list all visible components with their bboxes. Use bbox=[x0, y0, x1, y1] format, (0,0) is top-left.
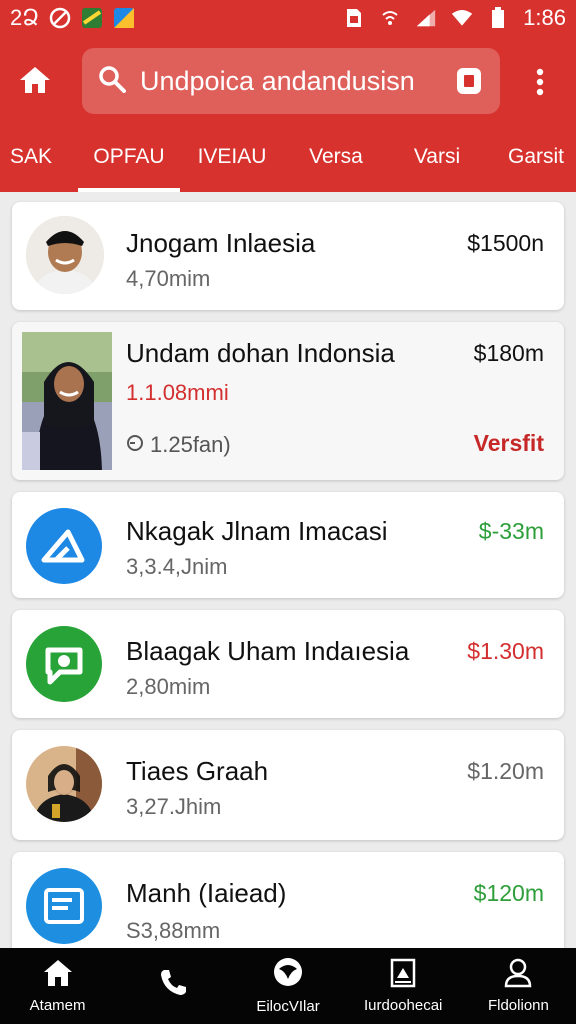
item-title: Tiaes Graah bbox=[126, 756, 269, 786]
item-subtitle: 2,80mim bbox=[126, 674, 211, 699]
item-amount: $180m bbox=[473, 340, 544, 366]
home-icon bbox=[18, 65, 52, 100]
list-item[interactable]: Nkagak Jlnam Imacasi 3,3.4,Jnim $-33m bbox=[12, 492, 564, 598]
item-subtitle: 3,27.Jhim bbox=[126, 794, 222, 819]
nav-profile[interactable]: Fldolionn bbox=[461, 948, 576, 1024]
no-sign-icon bbox=[49, 7, 71, 29]
wifi-icon bbox=[451, 7, 473, 29]
chat-icon bbox=[26, 626, 102, 702]
sim-icon bbox=[343, 7, 365, 29]
nav-label: Iurdoohecai bbox=[364, 997, 443, 1014]
item-amount: $1.30m bbox=[467, 638, 544, 664]
maps-icon bbox=[113, 7, 135, 29]
tab-garsit[interactable]: Garsit bbox=[496, 128, 576, 192]
chat-bubble-icon bbox=[271, 957, 305, 998]
item-subtitle: S3,88mm bbox=[126, 918, 221, 943]
photo bbox=[22, 332, 112, 470]
home-button[interactable] bbox=[0, 36, 70, 128]
bottom-nav: Atamem EilocVIlar Iurdoohecai Fldolionn bbox=[0, 948, 576, 1024]
document-icon bbox=[26, 868, 102, 944]
phone-icon bbox=[158, 967, 188, 1006]
list-item[interactable]: Manh (Iaiead) S3,88mm $120m bbox=[12, 852, 564, 948]
search-icon bbox=[98, 65, 126, 98]
search-text: Undpoica andandusisn bbox=[140, 65, 415, 96]
home-icon bbox=[42, 958, 74, 997]
list-item[interactable]: Blaagak Uham Indaıesia 2,80mim $1.30m bbox=[12, 610, 564, 718]
item-meta-text: 1.25fan) bbox=[150, 432, 231, 457]
status-badge: Versfit bbox=[473, 430, 544, 456]
more-vertical-icon[interactable] bbox=[520, 60, 560, 104]
item-amount: $120m bbox=[473, 880, 544, 906]
list-item[interactable]: Tiaes Graah 3,27.Jhim $1.20m bbox=[12, 730, 564, 840]
item-amount: $1500n bbox=[467, 230, 544, 256]
nav-label: Atamem bbox=[29, 997, 86, 1014]
item-amount: $-33m bbox=[478, 518, 544, 544]
app-icon bbox=[81, 7, 103, 29]
status-time: 1:86 bbox=[523, 5, 566, 30]
nav-label: Fldolionn bbox=[487, 997, 549, 1014]
tab-bar: SAK OPFAU IVEIAU Versa Varsi Garsit bbox=[0, 128, 576, 192]
profile-icon bbox=[503, 958, 533, 997]
app-bar: Undpoica andandusisn bbox=[0, 36, 576, 128]
item-meta: 1.25fan) bbox=[126, 432, 231, 458]
item-title: Blaagak Uham Indaıesia bbox=[126, 636, 410, 666]
item-subtitle: 3,3.4,Jnim bbox=[126, 554, 228, 579]
list-item[interactable]: Jnogam Inlaesia 4,70mim $1500n bbox=[12, 202, 564, 310]
item-amount: $1.20m bbox=[467, 758, 544, 784]
tab-sak[interactable]: SAK bbox=[0, 128, 62, 192]
bank-icon bbox=[389, 958, 417, 997]
tab-varsi[interactable]: Varsi bbox=[396, 128, 478, 192]
list-item[interactable]: Undam dohan Indonsia 1.1.08mmi 1.25fan) … bbox=[12, 322, 564, 480]
item-subtitle: 1.1.08mmi bbox=[126, 380, 229, 405]
status-bar: 2Ձ 1:86 bbox=[0, 0, 576, 36]
status-left-text: 2Ձ bbox=[10, 5, 40, 30]
send-icon bbox=[26, 508, 102, 584]
item-title: Manh (Iaiead) bbox=[126, 878, 287, 908]
transaction-list: Jnogam Inlaesia 4,70mim $1500n Undam doh… bbox=[0, 192, 576, 948]
nav-label: EilocVIlar bbox=[256, 998, 320, 1015]
nav-chat[interactable]: EilocVIlar bbox=[230, 948, 345, 1024]
avatar bbox=[26, 216, 104, 294]
tab-opfau[interactable]: OPFAU bbox=[78, 128, 180, 192]
nav-home[interactable]: Atamem bbox=[0, 948, 115, 1024]
signal-icon bbox=[415, 7, 437, 29]
search-input[interactable]: Undpoica andandusisn bbox=[82, 48, 500, 114]
battery-icon bbox=[487, 7, 509, 29]
tab-iveiau[interactable]: IVEIAU bbox=[188, 128, 276, 192]
nav-bank[interactable]: Iurdoohecai bbox=[346, 948, 461, 1024]
clock-icon bbox=[126, 432, 144, 458]
item-title: Undam dohan Indonsia bbox=[126, 338, 395, 368]
item-subtitle: 4,70mim bbox=[126, 266, 211, 291]
item-title: Nkagak Jlnam Imacasi bbox=[126, 516, 388, 546]
tab-versa[interactable]: Versa bbox=[294, 128, 378, 192]
nav-phone[interactable] bbox=[115, 948, 230, 1024]
avatar bbox=[26, 746, 102, 822]
scan-icon[interactable] bbox=[454, 66, 484, 96]
wifi-calling-icon bbox=[379, 7, 401, 29]
item-title: Jnogam Inlaesia bbox=[126, 228, 316, 258]
